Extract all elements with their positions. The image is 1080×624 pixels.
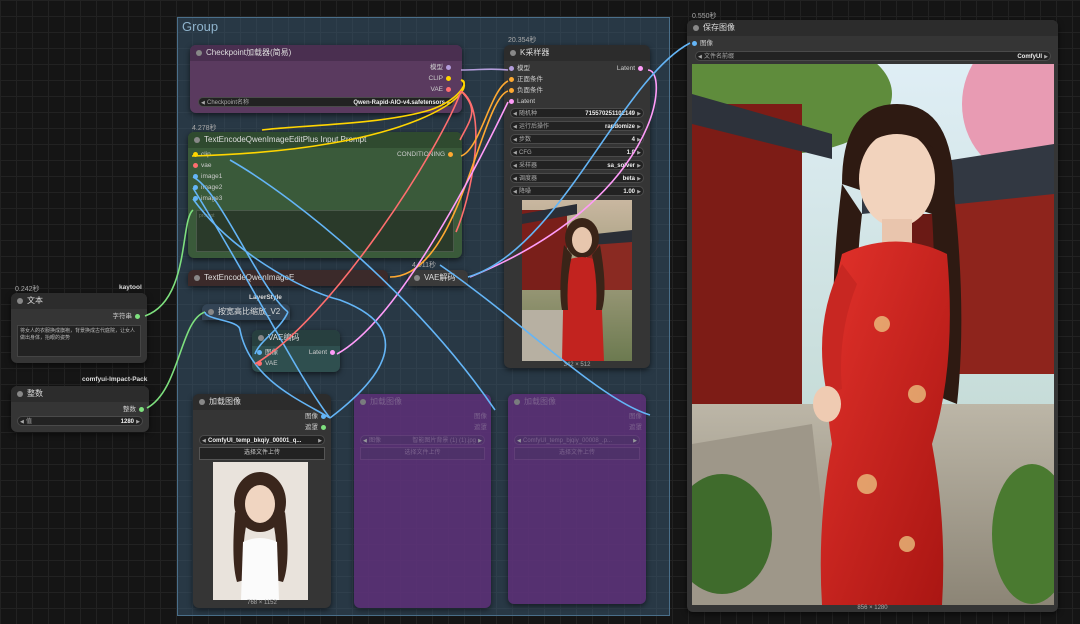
wire-integer[interactable]	[146, 311, 206, 409]
wire-decoded-image[interactable]	[467, 42, 691, 278]
wire-image3[interactable]	[192, 198, 387, 419]
wire-vae-encode[interactable]	[254, 90, 462, 365]
connection-wires	[144, 42, 691, 419]
wire-image-bypassed[interactable]	[229, 159, 496, 411]
wire-vae-1[interactable]	[459, 90, 473, 141]
wire-prompt-string[interactable]	[144, 209, 194, 317]
wire-positive[interactable]	[460, 80, 509, 157]
wire-clip-1[interactable]	[261, 79, 465, 131]
wire-scaled-image[interactable]	[254, 311, 289, 355]
wire-clip-2[interactable]	[191, 79, 466, 157]
wire-vae-2[interactable]	[455, 90, 477, 233]
wire-image1[interactable]	[192, 176, 289, 313]
wire-image-to-scale[interactable]	[204, 311, 331, 419]
wire-image-extra[interactable]	[439, 264, 651, 416]
wire-model[interactable]	[460, 68, 509, 71]
